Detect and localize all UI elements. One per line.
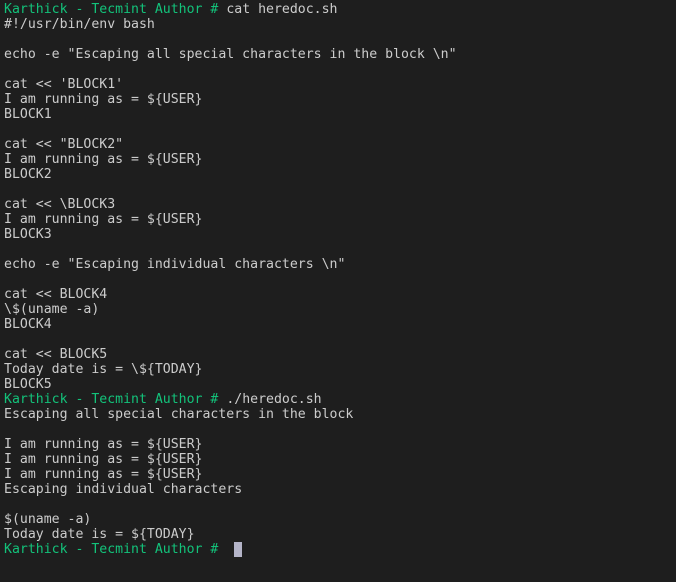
output-line: cat << "BLOCK2" xyxy=(4,137,124,152)
output-line: I am running as = ${USER} xyxy=(4,152,203,167)
command-text: cat heredoc.sh xyxy=(218,2,338,17)
output-line: Today date is = ${TODAY} xyxy=(4,527,195,542)
output-line: I am running as = ${USER} xyxy=(4,452,203,467)
output-line: cat << BLOCK4 xyxy=(4,287,108,302)
output-line: I am running as = ${USER} xyxy=(4,437,203,452)
output-line: cat << 'BLOCK1' xyxy=(4,77,124,92)
output-line: I am running as = ${USER} xyxy=(4,467,203,482)
output-line: BLOCK2 xyxy=(4,167,52,182)
output-line: $(uname -a) xyxy=(4,512,92,527)
output-line: cat << \BLOCK3 xyxy=(4,197,116,212)
text-cursor[interactable] xyxy=(234,542,243,557)
shell-prompt: Karthick - Tecmint Author # xyxy=(4,392,219,407)
shell-prompt: Karthick - Tecmint Author # xyxy=(4,2,219,17)
shell-prompt: Karthick - Tecmint Author # xyxy=(4,542,219,557)
output-line: BLOCK1 xyxy=(4,107,52,122)
prompt-line: Karthick - Tecmint Author # cat heredoc.… xyxy=(4,2,676,17)
command-text xyxy=(218,542,234,557)
command-text: ./heredoc.sh xyxy=(218,392,322,407)
output-line: BLOCK4 xyxy=(4,317,52,332)
output-line: echo -e "Escaping all special characters… xyxy=(4,47,457,62)
output-line: BLOCK5 xyxy=(4,377,52,392)
prompt-line: Karthick - Tecmint Author # ./heredoc.sh xyxy=(4,392,676,407)
output-line: \$(uname -a) xyxy=(4,302,100,317)
output-line: BLOCK3 xyxy=(4,227,52,242)
output-line: echo -e "Escaping individual characters … xyxy=(4,257,346,272)
prompt-line: Karthick - Tecmint Author # xyxy=(4,542,676,557)
output-line: Escaping all special characters in the b… xyxy=(4,407,354,422)
output-line: Today date is = \${TODAY} xyxy=(4,362,203,377)
output-line: Escaping individual characters xyxy=(4,482,243,497)
output-line: #!/usr/bin/env bash xyxy=(4,17,155,32)
output-line: cat << BLOCK5 xyxy=(4,347,108,362)
terminal-window[interactable]: Karthick - Tecmint Author # cat heredoc.… xyxy=(0,0,676,582)
output-line: I am running as = ${USER} xyxy=(4,92,203,107)
output-line: I am running as = ${USER} xyxy=(4,212,203,227)
